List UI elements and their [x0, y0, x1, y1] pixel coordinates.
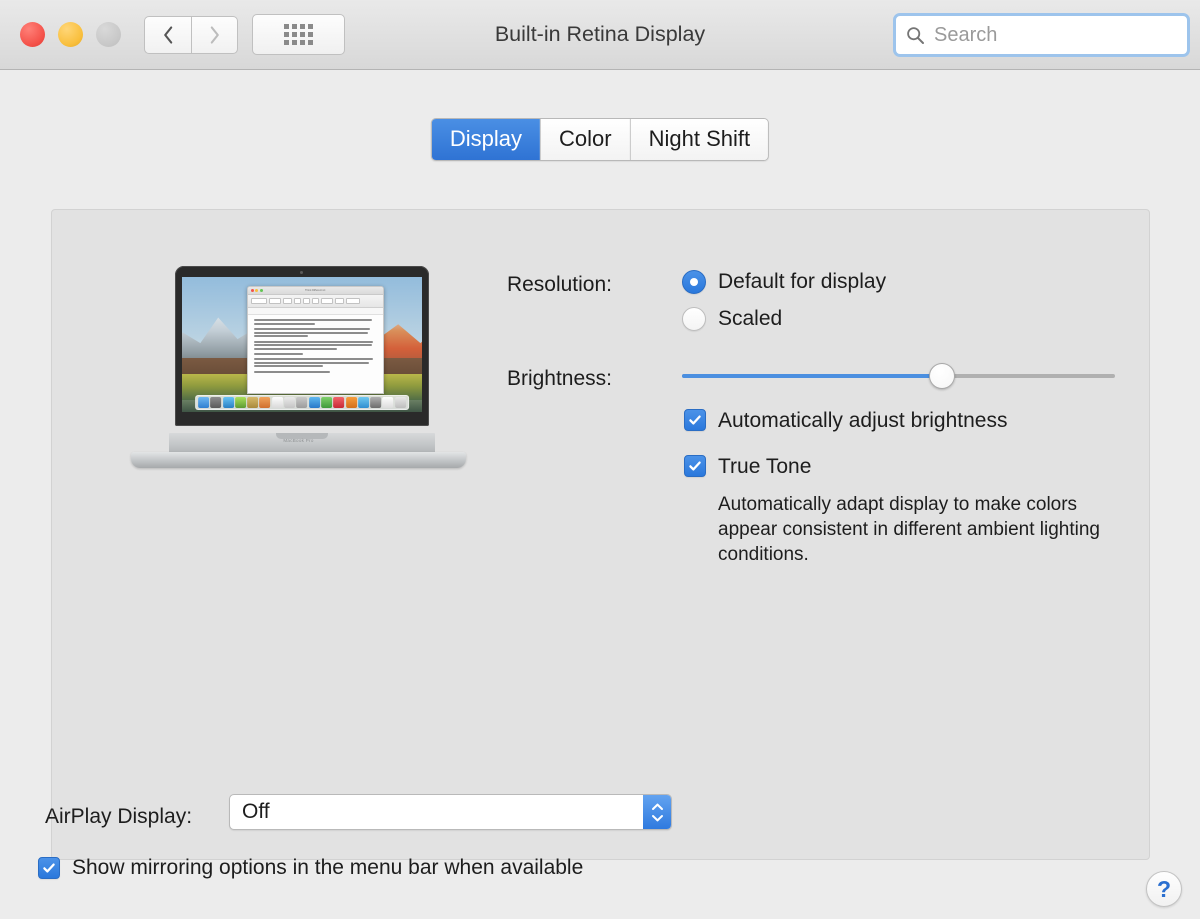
dock-preview: [195, 395, 409, 410]
webcam-icon: [300, 271, 303, 274]
radio-default-for-display[interactable]: [682, 270, 706, 294]
macbook-base: MacBook Pro: [131, 433, 466, 471]
zoom-button-icon[interactable]: [96, 22, 121, 47]
navigation-button-group: [144, 16, 238, 54]
window-titlebar: Built-in Retina Display: [0, 0, 1200, 70]
grid-icon: [284, 24, 313, 45]
radio-default-label: Default for display: [718, 270, 886, 294]
show-mirroring-checkbox-row[interactable]: Show mirroring options in the menu bar w…: [38, 856, 583, 880]
display-settings-panel: Think Different.txt: [51, 209, 1150, 860]
auto-brightness-label: Automatically adjust brightness: [718, 409, 1007, 433]
tab-color[interactable]: Color: [541, 119, 631, 160]
macbook-model-label: MacBook Pro: [283, 438, 313, 443]
popup-stepper-icon[interactable]: [643, 795, 671, 829]
airplay-display-popup[interactable]: Off: [229, 794, 672, 830]
chevron-up-icon: [651, 803, 664, 811]
checkmark-icon: [688, 459, 702, 473]
minimize-button-icon[interactable]: [58, 22, 83, 47]
radio-scaled[interactable]: [682, 307, 706, 331]
true-tone-checkbox-row[interactable]: True Tone: [684, 455, 811, 479]
show-all-button[interactable]: [252, 14, 345, 55]
macbook-lid: Think Different.txt: [175, 266, 429, 426]
chevron-left-icon: [163, 26, 174, 44]
brightness-label: Brightness:: [472, 367, 612, 391]
slider-thumb[interactable]: [929, 363, 955, 389]
brightness-slider[interactable]: [682, 363, 1115, 389]
chevron-right-icon: [209, 26, 220, 44]
forward-button[interactable]: [191, 16, 238, 54]
textedit-window-preview: Think Different.txt: [247, 286, 384, 394]
chevron-down-icon: [651, 814, 664, 822]
back-button[interactable]: [144, 16, 191, 54]
checkmark-icon: [42, 861, 56, 875]
tab-display[interactable]: Display: [432, 119, 541, 160]
true-tone-description: Automatically adapt display to make colo…: [718, 492, 1133, 567]
auto-brightness-checkbox-row[interactable]: Automatically adjust brightness: [684, 409, 1007, 433]
system-preferences-window: Built-in Retina Display Display Color Ni…: [0, 0, 1200, 919]
tab-bar: Display Color Night Shift: [431, 118, 769, 161]
search-input[interactable]: [934, 24, 1177, 47]
macbook-screen: Think Different.txt: [182, 277, 422, 412]
resolution-option-scaled[interactable]: Scaled: [682, 307, 782, 331]
search-icon: [906, 26, 925, 45]
checkbox-true-tone[interactable]: [684, 455, 706, 477]
resolution-option-default[interactable]: Default for display: [682, 270, 886, 294]
resolution-label: Resolution:: [492, 273, 612, 297]
show-mirroring-label: Show mirroring options in the menu bar w…: [72, 856, 583, 880]
macbook-preview-image: Think Different.txt: [131, 266, 466, 471]
checkmark-icon: [688, 413, 702, 427]
airplay-display-label: AirPlay Display:: [45, 805, 192, 829]
help-button[interactable]: ?: [1146, 871, 1182, 907]
slider-fill: [682, 374, 942, 378]
window-body: Display Color Night Shift: [0, 70, 1200, 919]
true-tone-label: True Tone: [718, 455, 811, 479]
checkbox-show-mirroring[interactable]: [38, 857, 60, 879]
search-field[interactable]: [893, 13, 1190, 57]
bottom-controls: AirPlay Display: Off Show mirroring opti…: [0, 790, 1200, 919]
close-button-icon[interactable]: [20, 22, 45, 47]
tab-night-shift[interactable]: Night Shift: [631, 119, 769, 160]
radio-scaled-label: Scaled: [718, 307, 782, 331]
traffic-light-group: [20, 22, 121, 47]
checkbox-auto-brightness[interactable]: [684, 409, 706, 431]
airplay-display-value: Off: [230, 800, 643, 824]
